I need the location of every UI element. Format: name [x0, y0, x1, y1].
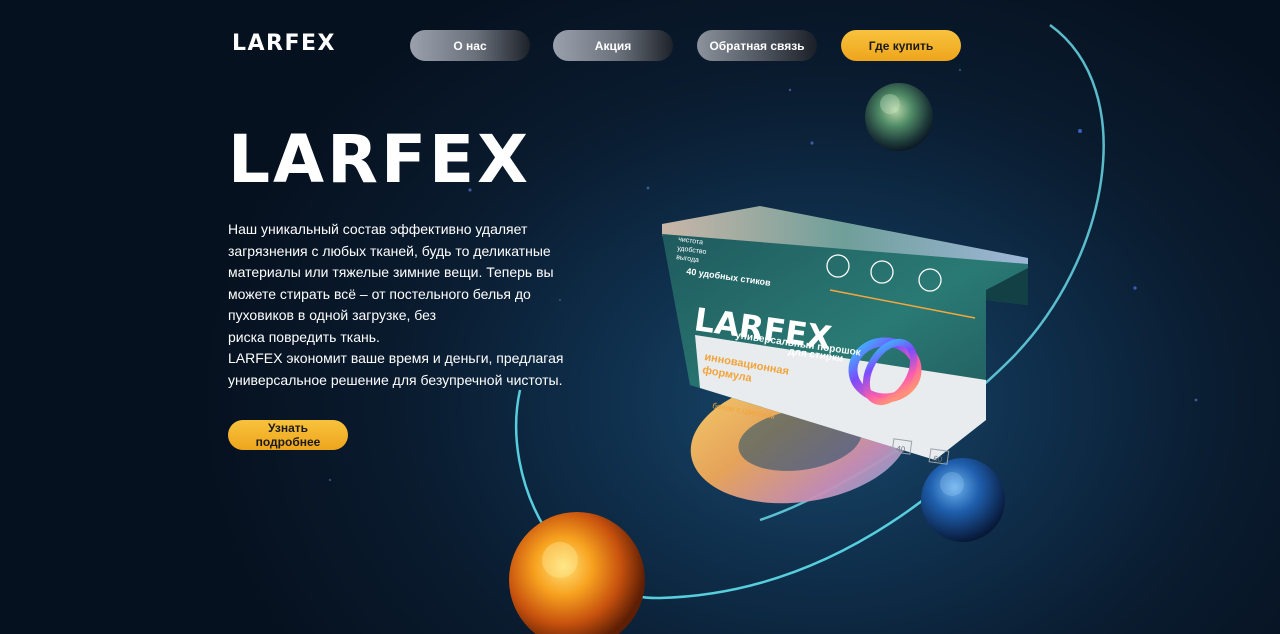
hero-text-line: Наш уникальный состав эффективно удаляет	[228, 221, 528, 237]
site-logo[interactable]: LARFEX	[232, 31, 336, 56]
product-top-3: выгода	[676, 254, 700, 264]
product-temp-1: 40	[896, 444, 907, 454]
planet-blue	[921, 458, 1005, 542]
product-subtitle-2: для стирки	[788, 346, 844, 365]
hero-text-line: можете стирать всё – от постельного бель…	[228, 285, 531, 302]
nav-where-to-buy-button[interactable]: Где купить	[841, 30, 961, 61]
learn-more-button[interactable]: Узнать подробнее	[228, 420, 348, 450]
product-subtitle-1: универсальный порошок	[735, 330, 863, 359]
orbit-ring-outer	[759, 23, 1105, 522]
nav-feedback-button[interactable]: Обратная связь	[697, 30, 817, 61]
hero-text-line: универсальное решение для безупречной чи…	[228, 371, 563, 388]
product-box: LARFEX универсальный порошок для стирки …	[662, 206, 1028, 465]
hero-text-line: загрязнения с любых тканей, будь то дели…	[228, 242, 551, 259]
product-temp-2: 60	[933, 454, 944, 464]
star-field	[328, 68, 1198, 482]
hero-text-line: LARFEX экономит ваше время и деньги, пре…	[228, 350, 564, 366]
product-top-1: чистота	[678, 236, 704, 246]
nav-about-button[interactable]: О нас	[410, 30, 530, 61]
orbit-ring-lower	[515, 389, 961, 600]
product-color-note: белое с цветным	[712, 401, 776, 421]
product-top-2: удобство	[677, 244, 707, 256]
hero-text-line: материалы или тяжелые зимние вещи. Тепер…	[228, 264, 554, 280]
product-sticks: 40 удобных стиков	[686, 266, 772, 288]
hero-illustration: LARFEX универсальный порошок для стирки …	[509, 23, 1105, 634]
planet-orange	[509, 512, 645, 634]
hero-title: LARFEX	[228, 121, 532, 198]
glow-disc	[690, 376, 910, 504]
planet-green	[865, 83, 933, 151]
product-formula-1: инновационная	[703, 351, 789, 378]
hero-description: Наш уникальный состав эффективно удаляет…	[228, 219, 598, 391]
product-brand: LARFEX	[692, 300, 834, 357]
product-formula-2: формула	[701, 364, 753, 385]
hero-text-line: пуховиков в одной загрузке, без	[228, 307, 437, 323]
nav-promo-button[interactable]: Акция	[553, 30, 673, 61]
hero-text-line: риска повредить ткань.	[228, 328, 380, 345]
